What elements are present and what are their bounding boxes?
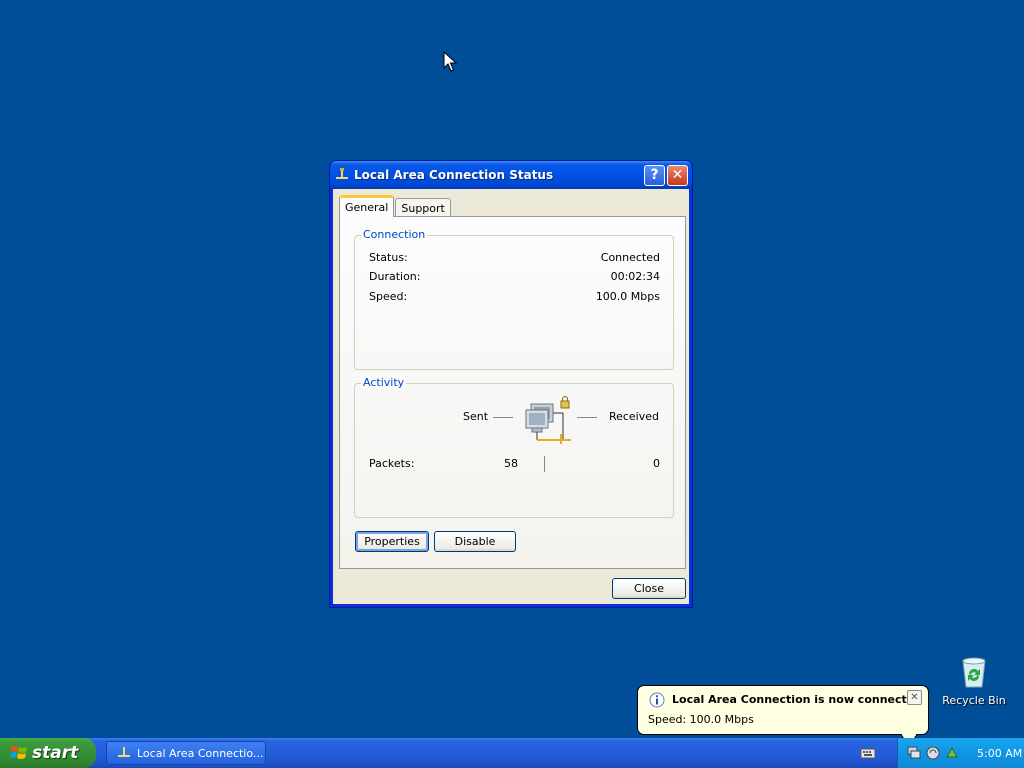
info-icon	[649, 692, 665, 708]
local-area-connection-status-dialog: Local Area Connection Status ? ✕ General…	[329, 160, 693, 608]
network-connection-icon	[336, 168, 348, 179]
help-button[interactable]: ?	[644, 164, 665, 186]
close-button[interactable]: Close	[612, 578, 686, 599]
recycle-bin-icon	[962, 657, 986, 688]
mouse-cursor	[443, 51, 457, 72]
balloon-close-button[interactable]: ✕	[907, 690, 922, 705]
dialog-title: Local Area Connection Status	[354, 168, 554, 182]
balloon-text: Speed: 100.0 Mbps	[648, 713, 754, 726]
taskbar-clock[interactable]: 5:00 AM	[977, 747, 1022, 760]
start-label: start	[32, 743, 79, 763]
speed-label: Speed:	[369, 290, 408, 303]
balloon-title: Local Area Connection is now connected	[672, 693, 923, 706]
tab-label: General	[345, 201, 389, 214]
recycle-bin-label: Recycle Bin	[942, 694, 1006, 707]
connection-legend: Connection	[361, 228, 428, 241]
status-label: Status:	[369, 251, 408, 264]
network-computers-icon	[525, 396, 571, 444]
duration-label: Duration:	[369, 270, 421, 283]
speed-value: 100.0 Mbps	[595, 290, 660, 303]
tab-general[interactable]: General	[339, 195, 395, 217]
dialog-client-area: General Support Connection Status: Conne…	[333, 189, 689, 604]
volume-tray-icon[interactable]	[925, 745, 941, 761]
recycle-bin-shortcut[interactable]: Recycle Bin	[942, 655, 1006, 707]
packets-divider	[544, 456, 545, 472]
taskbar-item-label: Local Area Connectio...	[137, 746, 264, 760]
network-connection-icon	[118, 747, 130, 757]
general-tab-panel: Connection Status: Connected Duration: 0…	[339, 216, 686, 569]
safely-remove-tray-icon[interactable]	[944, 745, 960, 761]
tab-label: Support	[401, 201, 445, 215]
sent-line	[493, 417, 513, 418]
close-icon: ✕	[671, 167, 684, 183]
network-tray-icon[interactable]	[906, 745, 922, 761]
packets-sent-value: 58	[504, 457, 518, 470]
keyboard-icon[interactable]	[860, 746, 876, 760]
taskbar-item-local-area-connection[interactable]: Local Area Connectio...	[106, 741, 266, 765]
close-window-button[interactable]: ✕	[667, 164, 688, 186]
tab-strip: General Support	[339, 195, 452, 217]
notification-balloon[interactable]: Local Area Connection is now connected S…	[637, 685, 929, 750]
sent-label: Sent	[463, 410, 489, 423]
packets-label: Packets:	[369, 457, 415, 470]
close-icon: ✕	[910, 692, 919, 703]
help-icon: ?	[650, 167, 659, 183]
status-value: Connected	[600, 251, 660, 264]
duration-row: Duration: 00:02:34	[369, 270, 660, 284]
status-row: Status: Connected	[369, 251, 660, 265]
connection-group: Connection Status: Connected Duration: 0…	[354, 228, 674, 370]
start-button[interactable]: start	[0, 738, 96, 768]
speed-row: Speed: 100.0 Mbps	[369, 290, 660, 304]
taskbar: start Local Area Connectio... 5:00 AM	[0, 738, 1024, 768]
activity-legend: Activity	[361, 376, 407, 389]
system-tray: 5:00 AM	[897, 738, 1024, 768]
received-label: Received	[608, 410, 659, 423]
tab-support[interactable]: Support	[395, 198, 451, 217]
properties-button[interactable]: Properties	[355, 531, 429, 552]
dialog-titlebar[interactable]: Local Area Connection Status ? ✕	[330, 161, 692, 189]
disable-button[interactable]: Disable	[434, 531, 516, 552]
duration-value: 00:02:34	[610, 270, 660, 283]
activity-group: Activity Sent Received Packets: 58 0	[354, 376, 674, 518]
received-line	[577, 417, 597, 418]
windows-logo-icon	[10, 746, 27, 759]
packets-received-value: 0	[653, 457, 660, 470]
